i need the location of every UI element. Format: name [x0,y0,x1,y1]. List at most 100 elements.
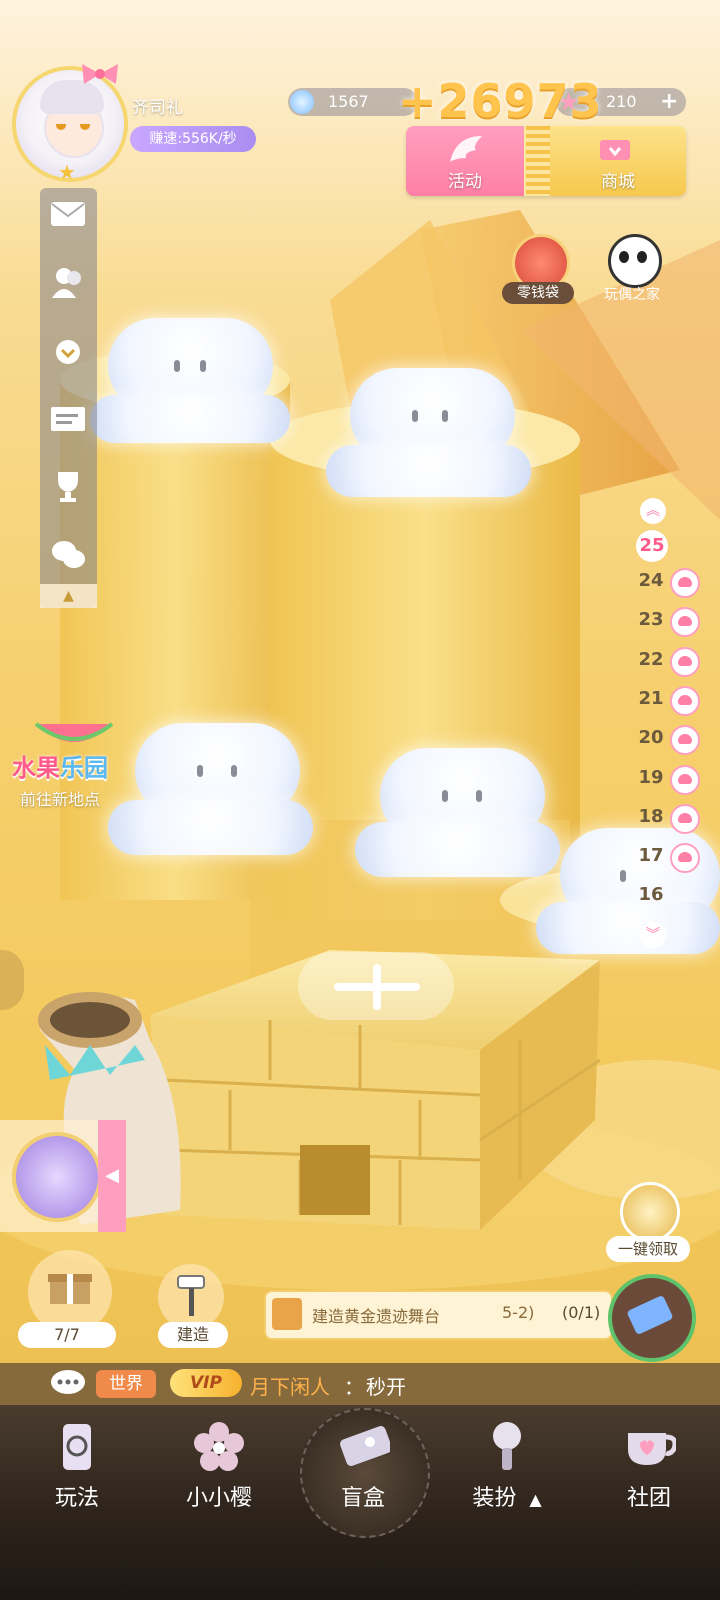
level-number[interactable]: 23 [636,609,666,630]
activity-label: 活动 [448,172,482,192]
cloud-eye [442,790,448,802]
activity-button[interactable]: 活动 [406,126,524,196]
cloud-eye [476,790,482,802]
chat-user[interactable]: 月下闲人 [250,1371,330,1400]
chat-separator: ： [344,1375,364,1399]
current-level[interactable]: 25 [636,530,668,562]
pet-icon[interactable] [48,330,88,370]
cloud-eye [442,410,448,422]
collapse-arrow-icon[interactable]: ◀ [98,1120,126,1232]
wechat-icon[interactable] [48,534,88,574]
level-number[interactable]: 17 [636,845,666,866]
level-number[interactable]: 20 [636,727,666,748]
nav-gameplay[interactable]: 玩法 [22,1420,132,1512]
fruit-park-logo: 水果乐园 [12,748,108,783]
chat-bar[interactable]: 世界 VIP 月下闲人 ： 秒开 [0,1363,720,1405]
friends-icon[interactable] [48,262,88,302]
add-building-button[interactable] [298,952,454,1020]
shop-label: 商城 [601,172,635,192]
coin-bag-button[interactable]: 零钱袋 [502,234,574,308]
level-reward-icon[interactable] [670,843,700,873]
cloud-base [355,822,560,877]
level-number[interactable]: 21 [636,688,666,709]
brush-icon [480,1420,534,1474]
dressup-expand-icon[interactable]: ▲ [529,1490,541,1509]
trophy-icon[interactable] [48,466,88,506]
task-scroll-icon [272,1298,302,1330]
add-star-button[interactable]: + [660,88,678,116]
vip-badge: VIP [170,1369,242,1397]
chat-message: 秒开 [366,1375,406,1399]
build-label: 建造 [158,1322,228,1348]
level-reward-icon[interactable] [670,804,700,834]
gift-button[interactable]: 7/7 [18,1250,116,1348]
build-button[interactable]: 建造 [158,1264,230,1348]
fruit-park-portal[interactable]: 水果乐园 前往新地点 [10,720,128,812]
collapse-menu-icon[interactable]: ▲ [40,584,97,608]
cloud-base [90,395,290,443]
sakura-icon [192,1420,246,1474]
shop-button[interactable]: 商城 [550,126,686,196]
chat-channel-badge[interactable]: 世界 [96,1370,156,1398]
task-reward-button[interactable] [608,1274,696,1362]
player-name: 齐司礼 [132,98,183,118]
nav-gameplay-label: 玩法 [54,1486,99,1511]
level-number[interactable]: 16 [636,884,666,905]
paint-roller-icon [177,1275,205,1316]
diamond-icon [290,90,314,114]
level-reward-icon[interactable] [670,647,700,677]
teacup-icon [622,1420,676,1474]
level-number[interactable]: 22 [636,649,666,670]
level-reward-icon[interactable] [670,607,700,637]
gift-count: 7/7 [18,1322,116,1348]
nav-dressup[interactable]: 装扮 ▲ [452,1420,562,1512]
plus-icon-vertical [373,964,381,1010]
cloud-eye [197,765,203,777]
nav-blind-box-label: 盲盒 [340,1486,385,1511]
coin-bag-label: 零钱袋 [502,282,574,304]
hourglass-panel[interactable]: ◀ [0,1120,126,1232]
doll-house-label: 玩偶之家 [604,287,660,303]
task-progress: (0/1) [562,1303,601,1322]
nav-sakura[interactable]: 小小樱 [164,1420,274,1512]
task-bar[interactable]: 建造黄金遗迹舞台 5-2) (0/1) [264,1290,613,1340]
nav-sakura-label: 小小樱 [185,1486,252,1511]
claim-all-label: 一键领取 [606,1236,690,1262]
game-scene: ★ 齐司礼 赚速:556K/秒 1567 ★ 210 + +26973 活动 商… [0,0,720,1600]
top-panel: 活动 商城 [406,126,686,196]
cloud-eye [200,360,206,372]
cloud-eye [231,765,237,777]
logo-text-park: 乐园 [60,754,108,782]
level-reward-icon[interactable] [670,686,700,716]
nav-club[interactable]: 社团 [594,1420,704,1512]
ticket-icon [626,1294,674,1336]
scroll-top-button[interactable]: ︽ [640,498,666,524]
level-number[interactable]: 19 [636,767,666,788]
level-reward-icon[interactable] [670,765,700,795]
level-reward-icon[interactable] [670,568,700,598]
chat-bubble-icon [51,1370,85,1394]
doll-house-button[interactable]: 玩偶之家 [596,234,668,308]
hourglass-icon [12,1132,102,1222]
mail-icon[interactable] [48,194,88,234]
coin-icon [620,1182,680,1242]
panda-icon [608,234,662,288]
level-number[interactable]: 24 [636,570,666,591]
scroll-bottom-button[interactable]: ︾ [640,922,666,948]
phone-icon [50,1420,104,1474]
logo-text-fruit: 水果 [12,754,60,782]
nav-blind-box[interactable]: 盲盒 [308,1420,418,1512]
cloud-eye [620,870,626,882]
cart-icon [600,140,630,160]
wing-icon [450,136,482,162]
nav-dressup-label: 装扮 [472,1486,517,1511]
level-reward-icon[interactable] [670,725,700,755]
star-badge-icon: ★ [58,160,76,184]
goto-new-location-label: 前往新地点 [20,790,101,809]
bow-icon [82,64,118,84]
star-value: 210 [606,92,637,111]
claim-all-button[interactable]: 一键领取 [606,1178,690,1262]
notice-board-icon[interactable] [48,398,88,438]
cloud-base [326,445,531,497]
level-number[interactable]: 18 [636,806,666,827]
